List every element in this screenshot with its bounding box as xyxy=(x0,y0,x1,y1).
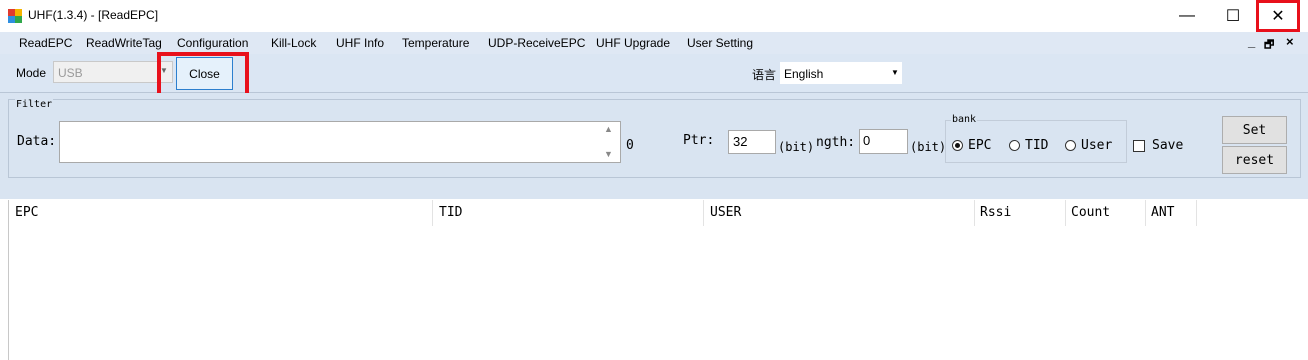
language-value: English xyxy=(784,67,824,81)
bank-radio-tid[interactable] xyxy=(1009,140,1020,151)
length-unit-label: (bit) xyxy=(910,140,947,154)
length-label: ngth: xyxy=(816,135,856,150)
set-button[interactable]: Set xyxy=(1222,116,1287,144)
filter-legend: Filter xyxy=(15,99,54,110)
mode-value: USB xyxy=(58,66,83,80)
column-header-epc[interactable]: EPC xyxy=(15,205,38,220)
column-header-user[interactable]: USER xyxy=(710,205,741,220)
menu-item-user-setting[interactable]: User Setting xyxy=(687,36,753,50)
scroll-up-icon[interactable]: ▲ xyxy=(604,124,613,134)
menu-item-kill-lock[interactable]: Kill-Lock xyxy=(271,36,316,50)
bank-radio-tid-label: TID xyxy=(1025,138,1049,153)
minimize-icon: — xyxy=(1179,7,1195,24)
mdi-close-button[interactable]: × xyxy=(1286,34,1294,49)
bank-legend: bank xyxy=(951,114,978,125)
title-bar xyxy=(0,0,1308,32)
mdi-minimize-button[interactable]: _ xyxy=(1248,34,1255,49)
bank-radio-user[interactable] xyxy=(1065,140,1076,151)
column-separator[interactable] xyxy=(1145,200,1146,226)
bank-radio-epc-label: EPC xyxy=(968,138,992,153)
chevron-down-icon: ▼ xyxy=(891,68,899,77)
window-title: UHF(1.3.4) - [ReadEPC] xyxy=(28,8,159,22)
data-label: Data: xyxy=(17,134,57,149)
column-header-ant[interactable]: ANT xyxy=(1151,205,1174,220)
menu-item-readepc[interactable]: ReadEPC xyxy=(19,36,72,50)
language-label: 语言 xyxy=(752,68,777,82)
minimize-button[interactable]: — xyxy=(1164,0,1210,32)
data-length-value: 0 xyxy=(626,138,634,153)
column-header-tid[interactable]: TID xyxy=(439,205,462,220)
menu-item-uhf-upgrade[interactable]: UHF Upgrade xyxy=(596,36,670,50)
column-header-count[interactable]: Count xyxy=(1071,205,1110,220)
language-select[interactable]: English xyxy=(780,62,902,84)
column-separator[interactable] xyxy=(1196,200,1197,226)
column-separator[interactable] xyxy=(432,200,433,226)
save-checkbox[interactable] xyxy=(1133,140,1145,152)
column-separator[interactable] xyxy=(974,200,975,226)
mode-select[interactable]: USB xyxy=(53,61,173,83)
column-separator[interactable] xyxy=(703,200,704,226)
mdi-restore-button[interactable]: 🗗 xyxy=(1264,36,1274,55)
maximize-button[interactable]: ☐ xyxy=(1210,0,1256,32)
column-separator[interactable] xyxy=(1065,200,1066,226)
save-label: Save xyxy=(1152,138,1184,153)
data-input[interactable] xyxy=(59,121,621,163)
ptr-unit-label: (bit) xyxy=(778,140,815,154)
bank-radio-user-label: User xyxy=(1081,138,1113,153)
menu-item-udp-receiveepc[interactable]: UDP-ReceiveEPC xyxy=(488,36,585,50)
ptr-input[interactable]: 32 xyxy=(728,130,776,154)
menu-item-readwritetag[interactable]: ReadWriteTag xyxy=(86,36,162,50)
menu-item-uhf-info[interactable]: UHF Info xyxy=(336,36,384,50)
menu-item-configuration[interactable]: Configuration xyxy=(177,36,248,50)
length-input[interactable]: 0 xyxy=(859,129,908,154)
mode-label: Mode xyxy=(16,66,47,80)
maximize-icon: ☐ xyxy=(1225,8,1241,25)
app-icon xyxy=(8,9,22,23)
bank-radio-epc[interactable] xyxy=(952,140,963,151)
reset-button[interactable]: reset xyxy=(1222,146,1287,174)
close-icon: ✕ xyxy=(1271,8,1285,25)
window-close-button[interactable]: ✕ xyxy=(1256,0,1300,32)
results-table[interactable] xyxy=(8,200,1301,360)
column-header-rssi[interactable]: Rssi xyxy=(980,205,1011,220)
ptr-label: Ptr: xyxy=(683,133,715,148)
menu-item-temperature[interactable]: Temperature xyxy=(402,36,469,50)
scroll-down-icon[interactable]: ▼ xyxy=(604,149,613,159)
